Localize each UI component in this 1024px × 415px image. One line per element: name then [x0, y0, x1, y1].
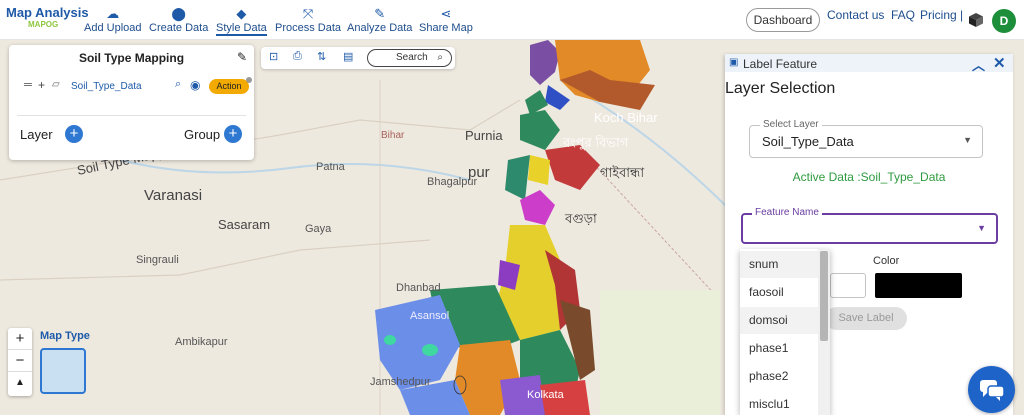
pricing-link[interactable]: Pricing | [920, 8, 963, 22]
chevron-down-icon: ▼ [963, 135, 972, 145]
active-data-text: Active Data :Soil_Type_Data [792, 170, 946, 184]
paint-bucket-icon: ◆ [236, 6, 247, 21]
option-snum[interactable]: snum [740, 251, 818, 278]
map-label-bogura: বগুড়া [565, 211, 597, 226]
zoom-to-layer-icon[interactable]: ⌕ [175, 78, 181, 91]
color-swatch[interactable] [875, 273, 962, 298]
zoom-control: + − ▲ [8, 328, 32, 396]
visibility-eye-icon[interactable]: ◉ [190, 78, 200, 92]
label-size-input[interactable] [830, 273, 866, 298]
brand-subtitle: MAPOG [28, 20, 59, 29]
layer-row[interactable]: ═ + ▱ Soil_Type_Data ⌕ ◉ Action [9, 77, 254, 99]
nav-analyze-data[interactable]: ✎ Analyze Data [347, 5, 412, 34]
map-label-varanasi: Varanasi [144, 187, 203, 204]
search-label: Search [396, 52, 428, 63]
print-icon[interactable]: ⎙ [293, 50, 302, 63]
feature-name-dropdown[interactable]: Feature Name ▼ [741, 207, 998, 244]
zoom-out-button[interactable]: − [8, 350, 32, 372]
map-label-patna: Patna [316, 161, 345, 173]
screenshot-icon[interactable]: ⊡ [269, 50, 278, 63]
legend-icon[interactable]: ⇅ [317, 50, 326, 63]
nav-create-data[interactable]: ⬤ Create Data [149, 5, 208, 34]
zoom-in-button[interactable]: + [8, 328, 32, 350]
status-dot [246, 77, 252, 83]
map-label-sasaram: Sasaram [218, 217, 271, 232]
feature-name-options: snum faosoil domsoi phase1 phase2 misclu… [740, 249, 830, 415]
brand-logo[interactable]: Map Analysis MAPOG [6, 5, 89, 30]
comment-icon[interactable]: ▤ [343, 50, 353, 63]
add-group-button[interactable]: + [224, 125, 242, 143]
map-label-kolkata: Kolkata [527, 389, 564, 401]
dashboard-button[interactable]: Dashboard [746, 8, 820, 32]
share-icon: ⋖ [440, 6, 452, 21]
map-label-gaya: Gaya [305, 223, 332, 235]
feature-name-label: Feature Name [752, 207, 822, 218]
select-layer-dropdown[interactable]: Select Layer Soil_Type_Data ▼ [749, 119, 983, 158]
map-label-rangpur: রংপুর বিভাগ [563, 135, 629, 150]
select-layer-label: Select Layer [760, 119, 822, 130]
nav-share-map[interactable]: ⋖ Share Map [419, 5, 473, 34]
layer-panel: Soil Type Mapping ✎ ═ + ▱ Soil_Type_Data… [9, 45, 254, 160]
cube-icon[interactable] [968, 12, 984, 28]
option-domsoi[interactable]: domsoi [740, 307, 818, 334]
dropdown-scrollbar-thumb[interactable] [820, 251, 828, 341]
process-icon: ⤧ [302, 6, 314, 21]
faq-link[interactable]: FAQ [891, 8, 915, 22]
map-label-dhanbad: Dhanbad [396, 282, 441, 294]
expand-plus-icon[interactable]: + [38, 78, 45, 92]
panel-title: Layer Selection [725, 80, 836, 97]
polygon-layer-icon: ▱ [52, 79, 60, 90]
reset-north-button[interactable]: ▲ [8, 372, 32, 394]
map-toolbar: ⊡ ⎙ ⇅ ▤ Search ⌕ [261, 47, 455, 69]
map-label-singrauli: Singrauli [136, 254, 179, 266]
chat-bubbles-icon [980, 380, 1005, 401]
chevron-down-icon: ▼ [977, 223, 986, 233]
map-label-asansol: Asansol [410, 310, 450, 322]
search-icon: ⌕ [437, 52, 443, 63]
map-label-bihar: Bihar [381, 130, 405, 141]
chat-support-button[interactable] [968, 366, 1015, 413]
nav-add-upload[interactable]: ☁ Add Upload [84, 5, 142, 34]
location-pin-icon: ⬤ [171, 6, 186, 21]
option-phase2[interactable]: phase2 [740, 363, 818, 390]
map-label-pur: pur [468, 164, 490, 181]
cloud-upload-icon: ☁ [106, 6, 120, 21]
action-button[interactable]: Action [209, 79, 249, 94]
map-label-koch-bihar: Koch Bihar [594, 110, 658, 125]
map-type-thumbnail[interactable] [40, 348, 86, 394]
option-phase1[interactable]: phase1 [740, 335, 818, 362]
color-label: Color [873, 255, 900, 267]
layer-label: Layer [20, 127, 53, 142]
top-navigation-bar: Map Analysis MAPOG ☁ Add Upload ⬤ Create… [0, 0, 1024, 40]
save-label-button[interactable]: Save Label [825, 307, 907, 330]
map-search-box[interactable]: Search ⌕ [367, 49, 452, 67]
map-label-ambikapur: Ambikapur [175, 336, 228, 348]
map-label-jamshedpur: Jamshedpur [370, 376, 431, 388]
option-faosoil[interactable]: faosoil [740, 279, 818, 306]
map-type-label: Map Type [40, 330, 90, 342]
select-layer-value: Soil_Type_Data [762, 134, 854, 149]
divider [17, 115, 246, 116]
panel-header: ▣ Label Feature ︿ ✕ [725, 54, 1013, 74]
contact-link[interactable]: Contact us [827, 8, 884, 22]
layer-name[interactable]: Soil_Type_Data [71, 81, 142, 92]
edit-pencil-icon[interactable]: ✎ [237, 50, 247, 64]
brand-title: Map Analysis [6, 5, 89, 20]
add-layer-button[interactable]: + [65, 125, 83, 143]
analyze-icon: ✎ [374, 6, 386, 21]
map-label-gaibandha: গাইবান্ধা [600, 165, 645, 180]
project-title: Soil Type Mapping [78, 51, 185, 65]
drag-handle-icon[interactable]: ═ [24, 79, 32, 91]
label-icon: ▣ [729, 57, 739, 68]
collapse-chevron-icon[interactable]: ︿ [972, 55, 985, 74]
close-icon[interactable]: ✕ [993, 54, 1006, 72]
nav-style-data[interactable]: ◆ Style Data [216, 5, 267, 36]
group-label: Group [184, 127, 221, 142]
user-avatar[interactable]: D [992, 9, 1016, 33]
option-misclu1[interactable]: misclu1 [740, 391, 818, 415]
panel-header-title: Label Feature [743, 57, 818, 71]
map-label-purnia: Purnia [465, 128, 503, 143]
nav-process-data[interactable]: ⤧ Process Data [275, 5, 341, 34]
